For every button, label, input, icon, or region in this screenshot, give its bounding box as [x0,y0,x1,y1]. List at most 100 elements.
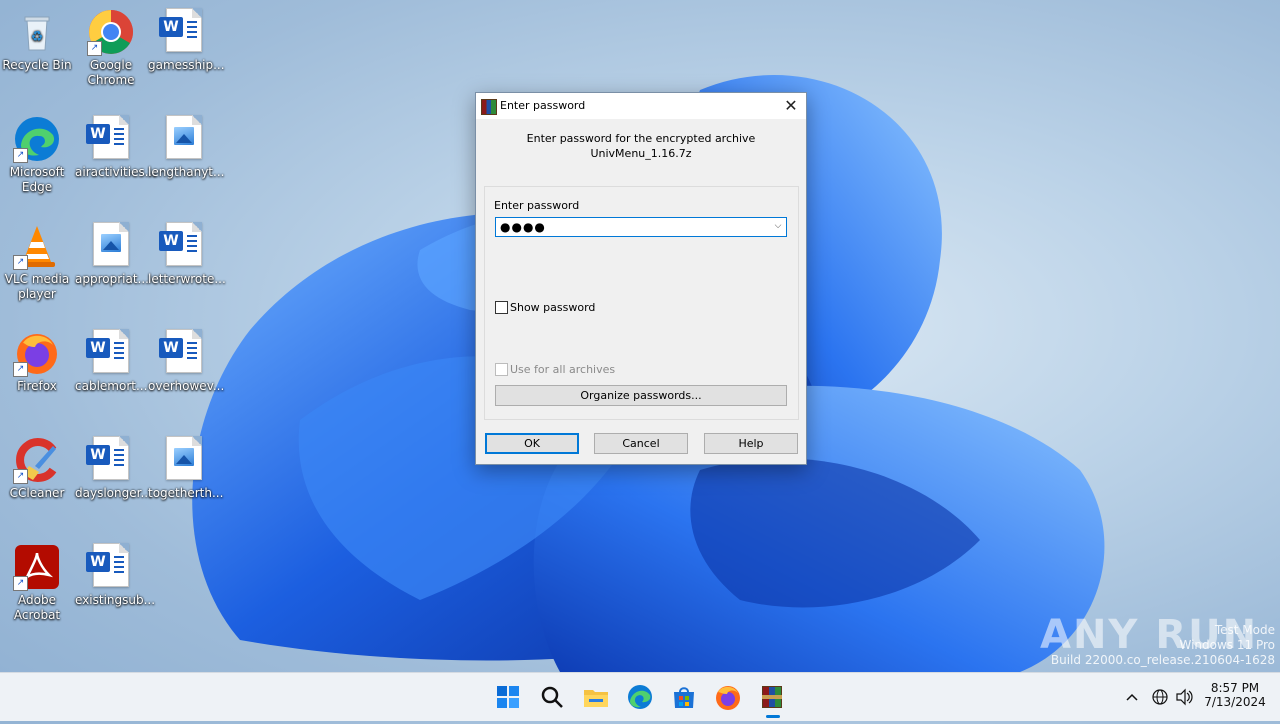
archive-name: UnivMenu_1.16.7z [590,147,692,160]
svg-text:♻: ♻ [31,29,44,45]
word-document-icon: W [86,543,135,591]
shortcut-arrow-icon: ↗ [13,362,28,377]
edge-taskbar-button[interactable] [624,681,656,713]
desktop-icon-label: togetherth... [148,486,224,500]
desktop-icon-label: VLC media player [4,272,70,301]
network-button[interactable] [1150,673,1170,721]
clock-date: 7/13/2024 [1204,695,1266,709]
desktop-icon-adobe-acrobat[interactable]: ↗ Adobe Acrobat [1,537,73,633]
shortcut-arrow-icon: ↗ [13,469,28,484]
desktop-icon-ccleaner[interactable]: ↗ CCleaner [1,430,73,526]
test-mode-watermark: Test Mode Windows 11 Pro Build 22000.co_… [1051,623,1275,668]
speaker-icon [1176,688,1193,706]
winrar-icon [481,99,497,115]
file-explorer-button[interactable] [580,681,612,713]
firefox-icon: ↗ [13,329,61,377]
vlc-icon: ↗ [13,222,61,270]
taskbar: 8:57 PM 7/13/2024 [0,672,1280,721]
desktop-icon-airactivities[interactable]: W airactivities... [75,109,157,205]
desktop-icon-letterwrote[interactable]: W letterwrote... [148,216,226,312]
watermark-line3: Build 22000.co_release.210604-1628 [1050,653,1275,667]
watermark-line2: Windows 11 Pro [1179,638,1275,652]
desktop-icon-appropriat[interactable]: appropriat... [75,216,149,312]
desktop-icon-gamesship[interactable]: W gamesship... [148,2,225,98]
desktop-icon-label: dayslonger... [75,486,152,500]
desktop-icon-recycle-bin[interactable]: ♻ Recycle Bin [1,2,73,98]
close-icon[interactable]: ✕ [776,93,806,119]
chevron-up-icon [1126,693,1138,701]
clock-time: 8:57 PM [1210,681,1260,695]
desktop-icon-label: cablemort... [75,379,148,393]
desktop-icon-label: Firefox [17,379,57,393]
desktop-icon-label: letterwrote... [148,272,226,286]
recycle-bin-icon: ♻ [13,8,61,56]
word-document-icon: W [159,329,208,377]
store-button[interactable] [668,681,700,713]
shortcut-arrow-icon: ↗ [13,148,28,163]
show-password-label[interactable]: Show password [510,301,595,314]
use-for-all-archives-checkbox[interactable] [495,363,508,376]
desktop-icon-label: airactivities... [75,165,157,179]
store-icon [674,687,694,708]
clock[interactable]: 8:57 PM 7/13/2024 [1200,673,1270,721]
show-password-checkbox[interactable] [495,301,508,314]
shortcut-arrow-icon: ↗ [13,255,28,270]
acrobat-icon: ↗ [13,543,61,591]
use-for-all-archives-label: Use for all archives [510,363,616,376]
word-document-icon: W [86,115,135,163]
word-document-icon: W [86,329,135,377]
shortcut-arrow-icon: ↗ [13,576,28,591]
edge-icon: ↗ [13,115,61,163]
cancel-button[interactable]: Cancel [594,433,688,454]
password-group: Enter password ●●●● ⌵ Show password Use … [484,186,799,420]
password-input[interactable]: ●●●● ⌵ [495,217,787,237]
password-value: ●●●● [500,220,546,234]
firefox-icon [716,686,740,710]
word-document-icon: W [86,436,135,484]
organize-passwords-button[interactable]: Organize passwords... [495,385,787,406]
desktop-icon-label: existingsub... [75,593,156,607]
desktop-icon-label: Google Chrome [87,58,135,87]
enter-password-dialog: Enter password ✕ Enter password for the … [475,92,807,465]
desktop-icon-lengthanyt[interactable]: lengthanyt... [148,109,224,205]
winrar-icon [762,686,782,708]
desktop-icon-cablemort[interactable]: W cablemort... [75,323,147,419]
watermark-line1: Test Mode [1214,623,1275,637]
desktop-icon-label: Adobe Acrobat [13,593,61,622]
word-document-icon: W [159,222,208,270]
desktop-icon-vlc[interactable]: ↗ VLC media player [1,216,73,312]
search-icon [541,686,563,708]
desktop-icon-togetherth[interactable]: togetherth... [148,430,224,526]
prompt-text: Enter password for the encrypted archive [526,132,756,145]
desktop-icon-label: CCleaner [9,486,65,500]
desktop-icon-label: Recycle Bin [2,58,72,72]
folder-icon [584,690,608,707]
desktop-icon-microsoft-edge[interactable]: ↗ Microsoft Edge [1,109,73,205]
search-button[interactable] [536,681,568,713]
firefox-taskbar-button[interactable] [712,681,744,713]
windows-logo-icon [497,686,519,708]
start-button[interactable] [492,681,524,713]
tray-overflow-button[interactable] [1122,673,1142,721]
password-label: Enter password [494,199,580,212]
desktop-icon-firefox[interactable]: ↗ Firefox [1,323,73,419]
desktop-icon-google-chrome[interactable]: ↗ Google Chrome [75,2,147,98]
image-file-icon [87,222,135,270]
desktop-icon-label: gamesship... [148,58,225,72]
desktop-icon-existingsub[interactable]: W existingsub... [75,537,156,633]
ccleaner-icon: ↗ [13,436,61,484]
word-document-icon: W [159,8,208,56]
dialog-prompt: Enter password for the encrypted archive… [476,131,806,161]
dialog-titlebar[interactable]: Enter password ✕ [476,93,806,119]
volume-button[interactable] [1174,673,1194,721]
desktop-icon-dayslonger[interactable]: W dayslonger... [75,430,152,526]
image-file-icon [160,115,208,163]
image-file-icon [160,436,208,484]
help-button[interactable]: Help [704,433,798,454]
winrar-taskbar-button[interactable] [756,681,788,718]
ok-button[interactable]: OK [485,433,579,454]
dialog-title: Enter password [500,99,586,112]
desktop-icon-label: appropriat... [75,272,149,286]
chevron-down-icon[interactable]: ⌵ [772,221,784,233]
desktop-icon-overhowev[interactable]: W overhowev... [148,323,224,419]
